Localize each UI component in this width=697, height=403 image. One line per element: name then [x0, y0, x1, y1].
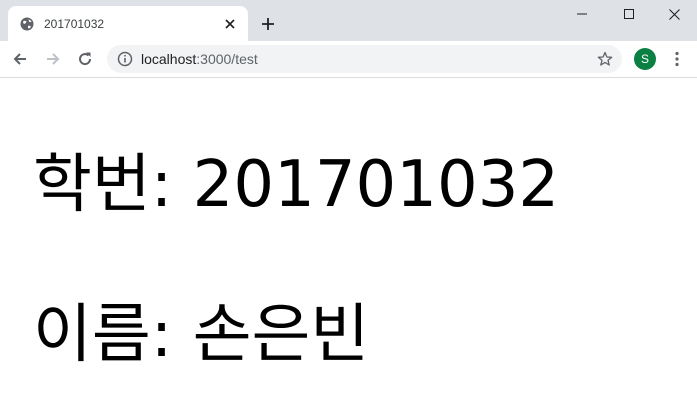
- back-arrow-icon: [13, 53, 26, 65]
- student-id-heading: 학번: 201701032: [33, 148, 560, 222]
- name-heading: 이름: 손은빈: [33, 298, 370, 372]
- browser-toolbar: localhost:3000/test S: [0, 41, 697, 78]
- globe-icon: [20, 17, 34, 31]
- address-bar[interactable]: localhost:3000/test: [107, 45, 622, 73]
- forward-button[interactable]: [41, 47, 65, 71]
- page-content: 학번: 201701032 이름: 손은빈: [0, 78, 697, 403]
- title-bar: 201701032: [0, 0, 697, 41]
- plus-icon: [262, 18, 274, 30]
- back-button[interactable]: [8, 47, 32, 71]
- minimize-button[interactable]: [559, 0, 605, 28]
- reload-icon: [79, 52, 92, 66]
- minimize-icon: [577, 13, 587, 15]
- new-tab-button[interactable]: [256, 12, 280, 36]
- url-host: localhost: [141, 51, 197, 67]
- maximize-button[interactable]: [606, 0, 652, 28]
- url-text: localhost:3000/test: [141, 51, 596, 67]
- close-icon: [668, 8, 680, 20]
- kebab-menu-icon[interactable]: [668, 50, 686, 68]
- reload-button[interactable]: [73, 47, 97, 71]
- window-close-button[interactable]: [651, 0, 697, 28]
- info-icon[interactable]: [117, 51, 133, 67]
- profile-avatar[interactable]: S: [634, 48, 656, 70]
- url-path: :3000/test: [196, 51, 258, 67]
- star-icon[interactable]: [596, 50, 614, 68]
- forward-arrow-icon: [47, 53, 60, 65]
- tab-title: 201701032: [44, 16, 105, 31]
- maximize-icon: [624, 9, 634, 19]
- browser-tab[interactable]: 201701032: [8, 6, 248, 41]
- tab-close-icon[interactable]: [222, 16, 238, 32]
